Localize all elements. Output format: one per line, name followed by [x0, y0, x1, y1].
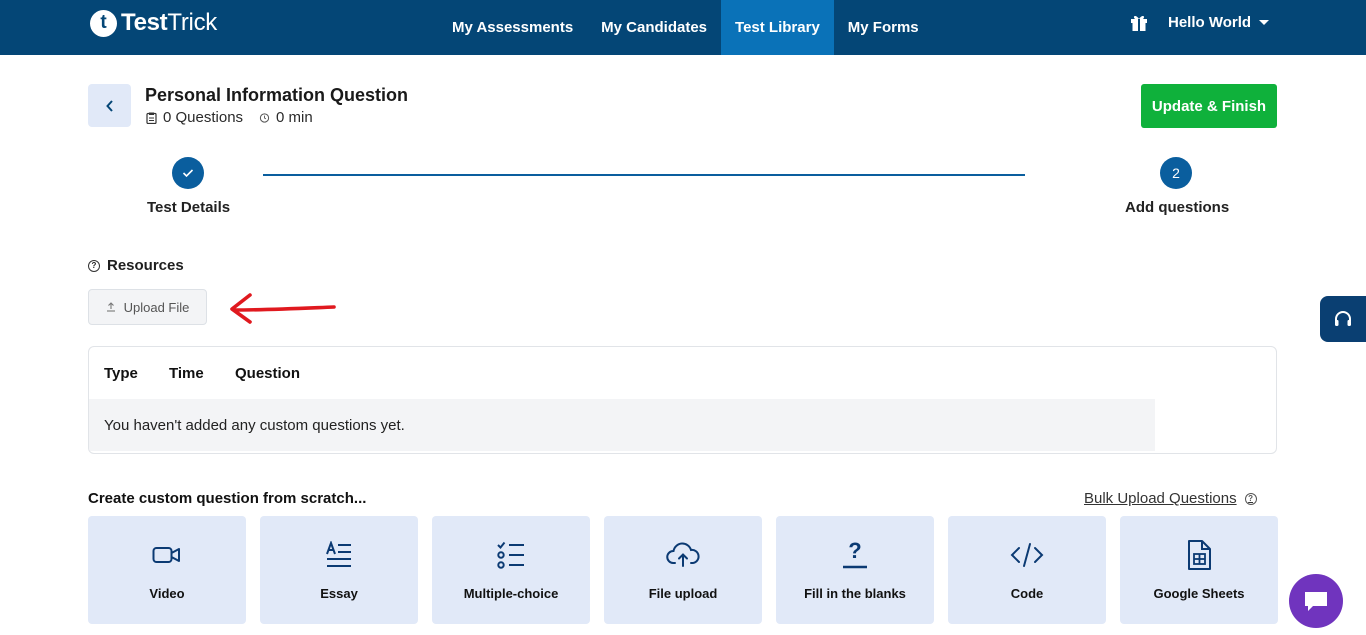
chevron-left-icon	[105, 99, 113, 112]
resources-section: ? Resources	[88, 257, 184, 274]
duration: 0 min	[276, 109, 313, 126]
card-label: Multiple-choice	[463, 586, 559, 601]
bulk-upload-label: Bulk Upload Questions	[1084, 490, 1237, 507]
code-icon	[1010, 543, 1044, 567]
red-arrow-annotation	[230, 293, 336, 324]
question-type-cards: Video Essay Multiple-choice File upload …	[88, 516, 1278, 624]
alarm-clock-icon	[259, 113, 270, 123]
nav-links: My Assessments My Candidates Test Librar…	[438, 0, 933, 55]
table-header: Type Time Question	[89, 347, 1276, 399]
card-label: Video	[149, 586, 185, 601]
upload-file-button[interactable]: Upload File	[88, 289, 207, 325]
upload-file-label: Upload File	[123, 299, 190, 315]
card-label: Google Sheets	[1153, 586, 1245, 601]
card-label: Code	[1010, 586, 1044, 601]
help-icon[interactable]: ?	[1244, 492, 1257, 505]
chevron-down-icon	[1259, 20, 1270, 25]
card-multiple-choice[interactable]: Multiple-choice	[432, 516, 590, 624]
card-google-sheets[interactable]: Google Sheets	[1120, 516, 1278, 624]
card-file-upload[interactable]: File upload	[604, 516, 762, 624]
card-video[interactable]: Video	[88, 516, 246, 624]
create-section-title: Create custom question from scratch...	[88, 490, 367, 507]
clipboard-icon	[146, 112, 157, 124]
step-connector	[263, 174, 1025, 176]
chat-bubble-button[interactable]	[1289, 574, 1343, 628]
card-label: Fill in the blanks	[804, 586, 906, 601]
step-label-add-questions[interactable]: Add questions	[1125, 199, 1229, 216]
questions-table: Type Time Question You haven't added any…	[88, 346, 1277, 454]
user-menu[interactable]: Hello World	[1168, 14, 1270, 31]
logo[interactable]: t TestTrick	[90, 9, 217, 37]
question-blank-icon: ?	[843, 540, 867, 569]
logo-text: TestTrick	[121, 9, 217, 36]
back-button[interactable]	[88, 84, 131, 127]
svg-text:?: ?	[848, 540, 861, 563]
bulk-upload-link[interactable]: Bulk Upload Questions ?	[1084, 490, 1257, 507]
card-code[interactable]: Code	[948, 516, 1106, 624]
user-name: Hello World	[1168, 14, 1252, 31]
resources-label: Resources	[107, 257, 184, 274]
card-label: File upload	[648, 586, 718, 601]
essay-icon	[326, 541, 351, 567]
chat-icon	[1305, 592, 1327, 611]
card-essay[interactable]: Essay	[260, 516, 418, 624]
question-count: 0 Questions	[163, 109, 244, 126]
step-2-number: 2	[1160, 157, 1192, 189]
top-navbar: t TestTrick My Assessments My Candidates…	[0, 0, 1366, 55]
column-question[interactable]: Question	[235, 365, 300, 382]
nav-my-forms[interactable]: My Forms	[834, 0, 933, 55]
support-widget[interactable]	[1320, 296, 1366, 342]
test-meta: 0 Questions 0 min	[146, 109, 313, 126]
nav-test-library[interactable]: Test Library	[721, 0, 834, 55]
step-label-test-details[interactable]: Test Details	[147, 199, 230, 216]
help-icon[interactable]: ?	[88, 259, 100, 272]
page-title: Personal Information Question	[145, 85, 409, 105]
empty-state-message: You haven't added any custom questions y…	[89, 399, 1155, 451]
gift-icon[interactable]	[1130, 14, 1148, 32]
nav-right: Hello World	[1130, 0, 1270, 45]
cloud-upload-icon	[666, 542, 700, 567]
card-label: Essay	[320, 586, 358, 601]
video-icon	[152, 547, 180, 563]
nav-my-assessments[interactable]: My Assessments	[438, 0, 587, 55]
update-finish-button[interactable]: Update & Finish	[1141, 84, 1277, 128]
headset-icon	[1335, 311, 1351, 326]
sheet-icon	[1188, 540, 1211, 570]
step-1-check-icon	[172, 157, 204, 189]
card-fill-in-the-blanks[interactable]: ? Fill in the blanks	[776, 516, 934, 624]
column-time[interactable]: Time	[169, 365, 204, 382]
column-type[interactable]: Type	[104, 365, 138, 382]
nav-my-candidates[interactable]: My Candidates	[587, 0, 721, 55]
logo-badge: t	[90, 9, 117, 37]
list-check-icon	[497, 541, 524, 569]
upload-icon	[106, 302, 115, 312]
